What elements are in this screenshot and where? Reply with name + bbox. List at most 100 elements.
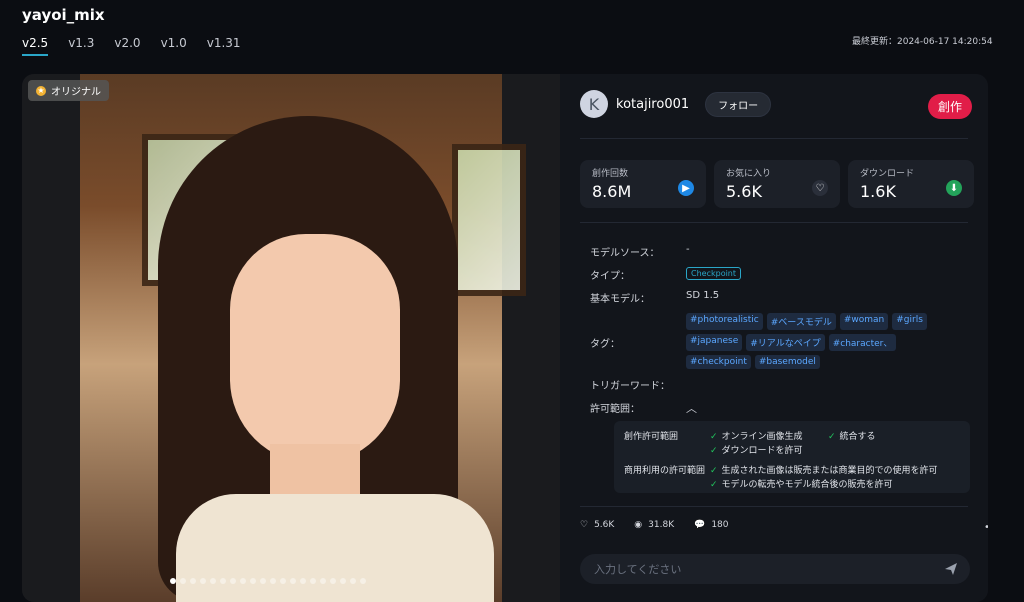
model-card: ★ オリジナル K kotajiro001 フォロー 創作 創作回数 8.6M … xyxy=(22,74,988,602)
carousel-dot[interactable] xyxy=(310,578,316,584)
model-title: yayoi_mix xyxy=(22,6,105,24)
tag[interactable]: #リアルなペイプ xyxy=(746,334,825,351)
image-gallery[interactable]: ★ オリジナル xyxy=(22,74,560,602)
like-action[interactable]: ♡ 5.6K xyxy=(580,520,614,530)
permission-item: ✓ 生成された画像は販売または商業目的での使用を許可 xyxy=(710,466,938,476)
tag[interactable]: #checkpoint xyxy=(686,355,751,369)
tag[interactable]: #ベースモデル xyxy=(766,313,836,330)
info-row-trigger: トリガーワード： xyxy=(590,377,936,392)
carousel-dot[interactable] xyxy=(280,578,286,584)
version-tabs: v2.5 v1.3 v2.0 v1.0 v1.31 xyxy=(22,36,241,56)
eye-icon: ◉ xyxy=(634,520,643,530)
tag[interactable]: #girls xyxy=(892,313,927,330)
info-key: 基本モデル： xyxy=(590,294,650,305)
permission-label: 商用利用の許可範囲 xyxy=(624,466,706,476)
comment-box xyxy=(580,554,970,584)
carousel-dot[interactable] xyxy=(230,578,236,584)
carousel-dots[interactable] xyxy=(170,578,366,584)
stats-row: 創作回数 8.6M ▶ お気に入り 5.6K ♡ ダウンロード 1.6K ⬇ xyxy=(580,160,974,208)
action-bar: ♡ 5.6K ◉ 31.8K 💬 180 xyxy=(580,520,729,530)
tag[interactable]: #basemodel xyxy=(754,355,820,369)
carousel-dot[interactable] xyxy=(180,578,186,584)
send-icon[interactable] xyxy=(942,560,960,578)
author-name[interactable]: kotajiro001 xyxy=(616,97,689,112)
comment-input[interactable] xyxy=(580,561,942,577)
stat-downloads: ダウンロード 1.6K ⬇ xyxy=(848,160,974,208)
carousel-dot[interactable] xyxy=(200,578,206,584)
tag[interactable]: #japanese xyxy=(686,334,743,351)
info-key: タグ： xyxy=(590,339,620,350)
tag-list: #photorealistic #ベースモデル #woman #girls #j… xyxy=(686,313,936,369)
window-right xyxy=(452,144,526,296)
stat-label: 創作回数 xyxy=(592,169,629,179)
heart-icon[interactable]: ♡ xyxy=(812,180,828,196)
carousel-dot[interactable] xyxy=(270,578,276,584)
carousel-dot[interactable] xyxy=(330,578,336,584)
permission-item: ✓ モデルの転売やモデル統合後の販売を許可 xyxy=(710,480,893,490)
info-row-base-model: 基本モデル： SD 1.5 xyxy=(590,290,936,305)
carousel-dot[interactable] xyxy=(300,578,306,584)
carousel-dot[interactable] xyxy=(320,578,326,584)
create-button[interactable]: 創作 xyxy=(928,94,973,119)
original-badge: ★ オリジナル xyxy=(28,80,109,101)
tab-v1-31[interactable]: v1.31 xyxy=(207,36,241,56)
tag[interactable]: #woman xyxy=(839,313,889,330)
info-value: - xyxy=(686,244,690,255)
stat-value: 1.6K xyxy=(860,182,896,201)
tag[interactable]: #character、 xyxy=(828,334,897,351)
view-action[interactable]: ◉ 31.8K xyxy=(634,520,674,530)
portrait-dress xyxy=(176,494,494,602)
divider xyxy=(580,138,968,139)
info-key: タイプ： xyxy=(590,271,630,282)
tab-v2-0[interactable]: v2.0 xyxy=(114,36,140,56)
view-count: 31.8K xyxy=(648,520,675,530)
carousel-dot[interactable] xyxy=(190,578,196,584)
stat-label: お気に入り xyxy=(726,169,772,179)
info-key: 許可範囲： xyxy=(590,404,640,415)
carousel-dot[interactable] xyxy=(240,578,246,584)
type-chip: Checkpoint xyxy=(686,267,742,280)
stat-value: 8.6M xyxy=(592,182,632,201)
info-value: SD 1.5 xyxy=(686,290,720,301)
carousel-dot[interactable] xyxy=(340,578,346,584)
permission-item: ✓ 統合する xyxy=(828,432,876,442)
check-icon: ✓ xyxy=(710,480,718,490)
avatar[interactable]: K xyxy=(580,90,608,118)
check-icon: ✓ xyxy=(710,466,718,476)
check-icon: ✓ xyxy=(710,432,718,442)
chevron-up-icon[interactable]: ︿ xyxy=(686,400,697,416)
carousel-dot[interactable] xyxy=(350,578,356,584)
author-row: K kotajiro001 フォロー xyxy=(580,90,772,118)
tab-v1-3[interactable]: v1.3 xyxy=(68,36,94,56)
stat-favorites: お気に入り 5.6K ♡ xyxy=(714,160,840,208)
carousel-dot[interactable] xyxy=(210,578,216,584)
stat-value: 5.6K xyxy=(726,182,762,201)
carousel-dot[interactable] xyxy=(250,578,256,584)
divider xyxy=(580,222,968,223)
carousel-dot[interactable] xyxy=(290,578,296,584)
follow-button[interactable]: フォロー xyxy=(705,91,772,117)
carousel-dot[interactable] xyxy=(220,578,226,584)
tab-v2-5[interactable]: v2.5 xyxy=(22,36,49,56)
portrait-face xyxy=(230,234,400,464)
last-updated: 最終更新：2024-06-17 14:20:54 xyxy=(852,37,993,47)
carousel-dot[interactable] xyxy=(360,578,366,584)
model-info-panel: K kotajiro001 フォロー 創作 創作回数 8.6M ▶ お気に入り … xyxy=(560,74,988,602)
comment-count: 180 xyxy=(711,520,729,530)
tab-v1-0[interactable]: v1.0 xyxy=(161,36,187,56)
play-icon[interactable]: ▶ xyxy=(678,180,694,196)
carousel-dot[interactable] xyxy=(260,578,266,584)
stat-creations: 創作回数 8.6M ▶ xyxy=(580,160,706,208)
divider xyxy=(580,506,968,507)
preview-image[interactable] xyxy=(80,74,526,602)
info-row-tags: タグ： #photorealistic #ベースモデル #woman #girl… xyxy=(590,313,936,369)
info-row-model-source: モデルソース： - xyxy=(590,244,936,259)
more-icon[interactable]: ••• xyxy=(984,522,988,533)
permission-item: ✓ オンライン画像生成 xyxy=(710,432,803,442)
download-icon[interactable]: ⬇ xyxy=(946,180,962,196)
carousel-dot[interactable] xyxy=(170,578,176,584)
info-table: モデルソース： - タイプ： Checkpoint 基本モデル： SD 1.5 … xyxy=(590,244,936,424)
comment-action[interactable]: 💬 180 xyxy=(694,520,728,530)
tag[interactable]: #photorealistic xyxy=(686,313,763,330)
info-key: トリガーワード： xyxy=(590,381,670,392)
